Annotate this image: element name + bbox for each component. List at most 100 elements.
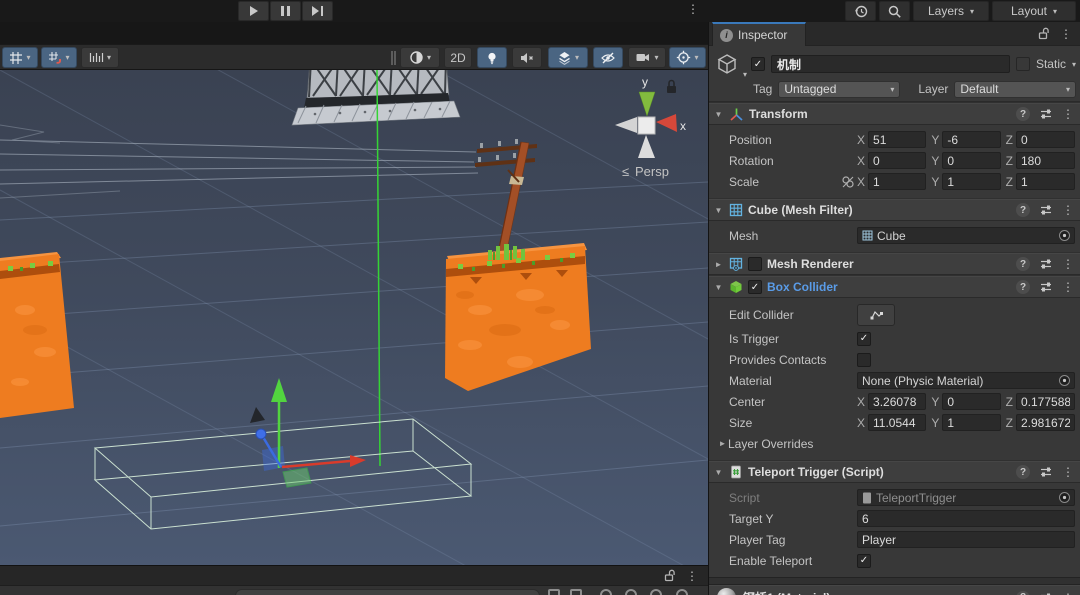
scene-viewport[interactable]: y x ≤ Persp — [0, 70, 708, 565]
help-icon[interactable]: ? — [1016, 591, 1030, 595]
component-menu-icon[interactable]: ⋮ — [1062, 108, 1074, 120]
component-menu-icon[interactable]: ⋮ — [1062, 204, 1074, 216]
bottom-search-input[interactable] — [235, 589, 540, 595]
help-icon[interactable]: ? — [1016, 257, 1030, 271]
layout-dropdown[interactable]: Layout ▾ — [992, 1, 1076, 21]
target-y-field[interactable] — [857, 510, 1075, 527]
tag-dropdown[interactable]: Untagged ▾ — [778, 81, 900, 98]
gameobject-name-field[interactable] — [771, 55, 1010, 73]
help-icon[interactable]: ? — [1016, 107, 1030, 121]
edit-collider-button[interactable] — [857, 304, 895, 326]
scene-camera-dropdown[interactable]: ▾ — [628, 47, 666, 68]
teleport-trigger-header[interactable]: ▼ Teleport Trigger (Script) ? ⋮ — [709, 461, 1080, 483]
effects-dropdown[interactable]: ▾ — [548, 47, 588, 68]
shading-mode-dropdown[interactable]: ▾ — [400, 47, 440, 68]
scene-panel-menu-icon[interactable]: ⋮ — [687, 3, 699, 15]
tool-handle-toggle[interactable]: ▾ — [2, 47, 38, 68]
inspector-menu-icon[interactable]: ⋮ — [1060, 28, 1072, 40]
preset-icon[interactable] — [1039, 257, 1053, 271]
physic-material-field[interactable]: None (Physic Material) — [857, 372, 1075, 389]
component-menu-icon[interactable]: ⋮ — [1062, 592, 1074, 595]
foldout-icon[interactable]: ▼ — [713, 110, 724, 119]
component-menu-icon[interactable]: ⋮ — [1062, 258, 1074, 270]
preset-icon[interactable] — [1039, 107, 1053, 121]
gizmo-cone-y[interactable] — [639, 92, 655, 116]
position-z-field[interactable] — [1016, 131, 1075, 148]
object-picker-icon[interactable] — [1058, 374, 1071, 387]
view-orientation-gizmo[interactable]: y x ≤ Persp — [615, 75, 686, 179]
foldout-icon[interactable]: ▼ — [713, 206, 724, 215]
preset-icon[interactable] — [1039, 465, 1053, 479]
rotation-x-field[interactable] — [868, 152, 926, 169]
preset-icon[interactable] — [1039, 203, 1053, 217]
scale-x-field[interactable] — [868, 173, 926, 190]
preset-icon[interactable] — [1039, 591, 1053, 595]
unlock-icon[interactable] — [664, 569, 676, 582]
panel-icon[interactable] — [676, 589, 688, 595]
tab-inspector[interactable]: i Inspector — [712, 22, 806, 46]
position-y-field[interactable] — [942, 131, 1000, 148]
2d-toggle[interactable]: 2D — [444, 47, 472, 68]
toolbar-drag-handle[interactable] — [391, 51, 396, 65]
foldout-icon[interactable]: ▼ — [713, 468, 724, 477]
snap-increment-button[interactable]: ▾ — [81, 47, 119, 68]
size-z-field[interactable] — [1016, 414, 1075, 431]
play-button[interactable] — [238, 1, 269, 21]
foldout-icon[interactable]: ► — [717, 439, 728, 448]
size-x-field[interactable] — [868, 414, 926, 431]
help-icon[interactable]: ? — [1016, 203, 1030, 217]
box-collider-header[interactable]: ▼ ✓ Box Collider ? ⋮ — [709, 276, 1080, 298]
panel-icon[interactable] — [600, 589, 612, 595]
undo-history-button[interactable] — [845, 1, 876, 21]
box-collider-enabled-checkbox[interactable]: ✓ — [748, 280, 762, 294]
mesh-filter-header[interactable]: ▼ Cube (Mesh Filter) ? ⋮ — [709, 199, 1080, 221]
layers-dropdown[interactable]: Layers ▾ — [913, 1, 989, 21]
layer-dropdown[interactable]: Default ▾ — [954, 81, 1076, 98]
panel-icon[interactable] — [548, 589, 560, 595]
center-x-field[interactable] — [868, 393, 926, 410]
size-y-field[interactable] — [942, 414, 1000, 431]
script-object-field[interactable]: TeleportTrigger — [857, 489, 1075, 506]
material-preview-header[interactable]: 钢桥1 (Material) ? ⋮ — [709, 585, 1080, 595]
gizmo-center-cube[interactable] — [638, 117, 655, 134]
help-icon[interactable]: ? — [1016, 465, 1030, 479]
panel-menu-icon[interactable]: ⋮ — [686, 570, 698, 582]
mesh-renderer-enabled-checkbox[interactable] — [748, 257, 762, 271]
gizmo-cone-bottom[interactable] — [638, 135, 655, 158]
component-menu-icon[interactable]: ⋮ — [1062, 281, 1074, 293]
snap-grid-toggle[interactable]: ▾ — [41, 47, 77, 68]
active-checkbox[interactable]: ✓ — [751, 57, 765, 71]
foldout-icon[interactable]: ► — [713, 260, 724, 269]
scene-audio-toggle[interactable] — [512, 47, 542, 68]
unlock-icon[interactable] — [1038, 27, 1050, 40]
link-constrain-icon[interactable] — [841, 175, 855, 189]
search-button[interactable] — [879, 1, 910, 21]
step-button[interactable] — [302, 1, 333, 21]
position-x-field[interactable] — [868, 131, 926, 148]
gizmo-plane-y[interactable] — [283, 468, 311, 487]
persp-label[interactable]: Persp — [635, 164, 669, 179]
preset-icon[interactable] — [1039, 280, 1053, 294]
panel-icon[interactable] — [625, 589, 637, 595]
gizmos-dropdown[interactable]: ▾ — [669, 47, 706, 68]
player-tag-field[interactable] — [857, 531, 1075, 548]
panel-icon[interactable] — [570, 589, 582, 595]
foldout-icon[interactable]: ▼ — [713, 283, 724, 292]
object-picker-icon[interactable] — [1058, 229, 1071, 242]
scene-visibility-toggle[interactable] — [593, 47, 623, 68]
layer-overrides-row[interactable]: ► Layer Overrides — [709, 433, 1080, 454]
static-flags-caret[interactable]: ▾ — [1072, 60, 1076, 69]
rotation-z-field[interactable] — [1016, 152, 1075, 169]
gizmo-cone-x[interactable] — [656, 114, 677, 132]
is-trigger-checkbox[interactable]: ✓ — [857, 332, 871, 346]
mesh-renderer-header[interactable]: ► Mesh Renderer ? ⋮ — [709, 253, 1080, 275]
provides-contacts-checkbox[interactable] — [857, 353, 871, 367]
component-menu-icon[interactable]: ⋮ — [1062, 466, 1074, 478]
object-picker-icon[interactable] — [1058, 491, 1071, 504]
center-y-field[interactable] — [942, 393, 1000, 410]
static-checkbox[interactable] — [1016, 57, 1030, 71]
help-icon[interactable]: ? — [1016, 280, 1030, 294]
gizmo-plane-z[interactable] — [262, 446, 285, 471]
scale-z-field[interactable] — [1016, 173, 1075, 190]
scene-lighting-toggle[interactable] — [477, 47, 507, 68]
